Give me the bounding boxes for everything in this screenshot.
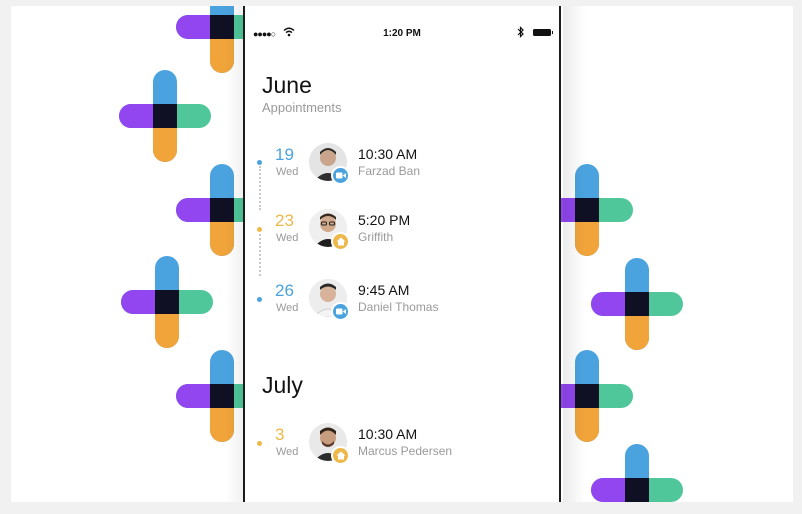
appointment-weekday: Wed	[276, 232, 299, 244]
decorative-cross-icon	[591, 444, 683, 502]
appointment-time: 10:30 AM	[358, 426, 418, 442]
decorative-cross-icon	[121, 256, 213, 348]
appointment-item[interactable]: 19 Wed 10:30 AM Farzad Ban	[245, 143, 559, 195]
appointment-day: 26	[275, 281, 294, 300]
background-card: ●●●●○ 1:20 PM June Appointments 19 Wed 1…	[11, 6, 793, 502]
status-bar: ●●●●○ 1:20 PM	[245, 26, 559, 42]
appointment-time: 9:45 AM	[358, 282, 410, 298]
appointment-day: 23	[275, 211, 294, 230]
appointment-weekday: Wed	[276, 302, 299, 314]
decorative-cross-icon	[591, 258, 683, 350]
phone-screen: ●●●●○ 1:20 PM June Appointments 19 Wed 1…	[243, 6, 561, 502]
appointment-day: 3	[275, 425, 285, 444]
month-heading-july: July	[262, 372, 303, 398]
appointment-person: Griffith	[358, 230, 394, 244]
appointment-person: Daniel Thomas	[358, 300, 439, 314]
appointment-day: 19	[275, 145, 294, 164]
month-heading-june: June	[262, 72, 312, 98]
appointment-weekday: Wed	[276, 166, 299, 178]
appointment-item[interactable]: 3 Wed 10:30 AM Marcus Pedersen	[245, 423, 559, 475]
video-camera-icon	[331, 166, 350, 185]
appointment-person: Farzad Ban	[358, 164, 421, 178]
video-camera-icon	[331, 302, 350, 321]
section-subtitle: Appointments	[262, 100, 342, 115]
home-icon	[331, 232, 350, 251]
appointment-weekday: Wed	[276, 446, 299, 458]
bluetooth-icon	[517, 26, 525, 41]
status-time: 1:20 PM	[383, 28, 421, 39]
decorative-cross-icon	[119, 70, 211, 162]
appointment-person: Marcus Pedersen	[358, 444, 453, 458]
appointment-item[interactable]: 26 Wed 9:45 AM Daniel Thomas	[245, 279, 559, 331]
home-icon	[331, 446, 350, 465]
phone-shadow-right	[563, 6, 585, 502]
appointment-time: 10:30 AM	[358, 146, 418, 162]
battery-icon	[533, 29, 553, 36]
appointment-time: 5:20 PM	[358, 212, 411, 228]
appointment-item[interactable]: 23 Wed 5:20 PM Griffith	[245, 209, 559, 261]
